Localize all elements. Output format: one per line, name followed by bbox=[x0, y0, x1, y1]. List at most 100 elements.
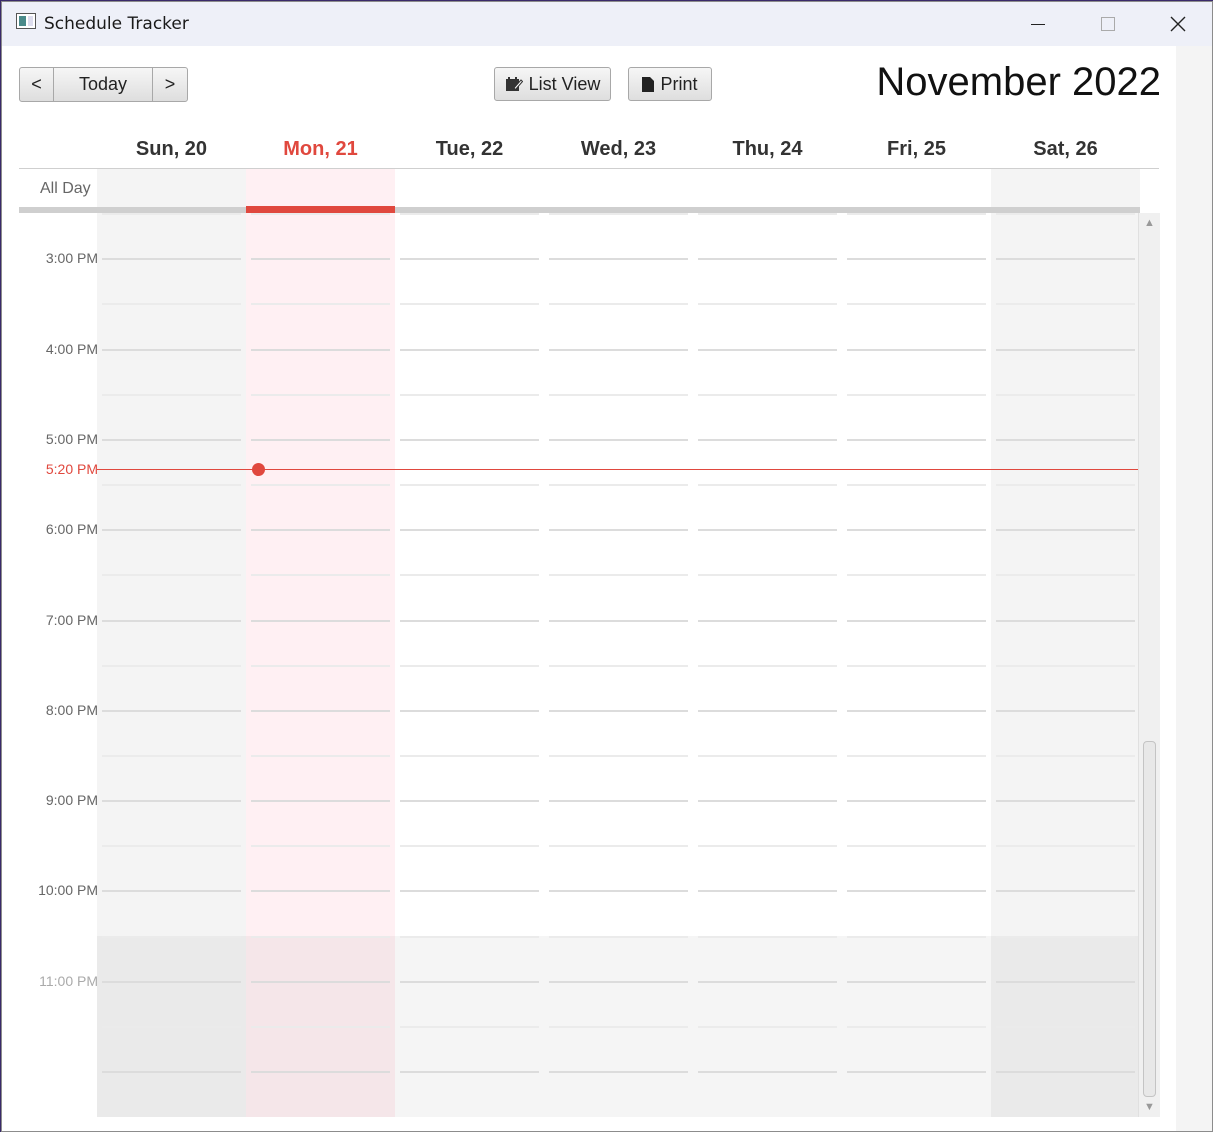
hour-line bbox=[698, 439, 837, 441]
window-title: Schedule Tracker bbox=[44, 14, 189, 34]
hour-line bbox=[549, 258, 688, 260]
hour-line bbox=[102, 439, 241, 441]
half-hour-line bbox=[996, 484, 1135, 486]
all-day-cell[interactable] bbox=[693, 169, 842, 207]
half-hour-line bbox=[102, 936, 241, 938]
half-hour-line bbox=[102, 665, 241, 667]
half-hour-line bbox=[400, 1026, 539, 1028]
day-header[interactable]: Sat, 26 bbox=[991, 138, 1140, 168]
maximize-button[interactable] bbox=[1073, 2, 1143, 46]
hour-line bbox=[400, 890, 539, 892]
hour-line bbox=[698, 258, 837, 260]
calendar-edit-icon bbox=[505, 77, 523, 91]
hour-line bbox=[102, 800, 241, 802]
half-hour-line bbox=[251, 936, 390, 938]
hour-line bbox=[251, 529, 390, 531]
day-header[interactable]: Mon, 21 bbox=[246, 138, 395, 168]
half-hour-line bbox=[549, 845, 688, 847]
app-window-icon bbox=[16, 13, 36, 29]
time-label: 8:00 PM bbox=[45, 702, 98, 718]
hour-line bbox=[400, 981, 539, 983]
day-header[interactable]: Sun, 20 bbox=[97, 138, 246, 168]
all-day-cell[interactable] bbox=[395, 169, 544, 207]
scrollbar-thumb[interactable] bbox=[1143, 741, 1156, 1097]
half-hour-line bbox=[996, 936, 1135, 938]
half-hour-line bbox=[847, 1026, 986, 1028]
hour-line bbox=[698, 349, 837, 351]
half-hour-line bbox=[996, 1026, 1135, 1028]
hour-line bbox=[698, 1071, 837, 1073]
all-day-cell[interactable] bbox=[97, 169, 246, 207]
half-hour-line bbox=[549, 936, 688, 938]
minimize-button[interactable] bbox=[1003, 2, 1073, 46]
time-grid[interactable]: 2:00 PM3:00 PM4:00 PM5:00 PM6:00 PM7:00 … bbox=[19, 213, 1138, 1117]
half-hour-line bbox=[400, 484, 539, 486]
hour-line bbox=[400, 620, 539, 622]
hour-line bbox=[698, 529, 837, 531]
hour-line bbox=[102, 710, 241, 712]
today-button[interactable]: Today bbox=[54, 68, 153, 101]
calendar-view: < Today > List View Print November 2022 … bbox=[2, 46, 1176, 1131]
vertical-scrollbar[interactable]: ▲ ▼ bbox=[1138, 213, 1160, 1117]
hour-line bbox=[847, 890, 986, 892]
hour-line bbox=[698, 620, 837, 622]
next-week-button[interactable]: > bbox=[153, 68, 187, 101]
half-hour-line bbox=[847, 845, 986, 847]
day-header[interactable]: Thu, 24 bbox=[693, 138, 842, 168]
hour-line bbox=[698, 800, 837, 802]
half-hour-line bbox=[698, 755, 837, 757]
minimize-icon bbox=[1031, 23, 1045, 25]
hour-line bbox=[251, 349, 390, 351]
hour-line bbox=[996, 349, 1135, 351]
today-indicator-bar bbox=[246, 206, 395, 213]
hour-line bbox=[698, 890, 837, 892]
half-hour-line bbox=[698, 213, 837, 215]
hour-line bbox=[996, 620, 1135, 622]
hour-line bbox=[400, 800, 539, 802]
half-hour-line bbox=[847, 574, 986, 576]
hour-line bbox=[400, 258, 539, 260]
print-button[interactable]: Print bbox=[628, 67, 712, 101]
hour-line bbox=[698, 981, 837, 983]
scroll-up-icon[interactable]: ▲ bbox=[1139, 215, 1160, 231]
close-button[interactable] bbox=[1143, 2, 1212, 46]
hour-line bbox=[549, 981, 688, 983]
half-hour-line bbox=[400, 213, 539, 215]
half-hour-line bbox=[549, 303, 688, 305]
half-hour-line bbox=[251, 213, 390, 215]
all-day-cell[interactable] bbox=[991, 169, 1140, 207]
all-day-cell[interactable] bbox=[842, 169, 991, 207]
hour-line bbox=[400, 529, 539, 531]
day-header[interactable]: Wed, 23 bbox=[544, 138, 693, 168]
day-header[interactable]: Fri, 25 bbox=[842, 138, 991, 168]
print-label: Print bbox=[660, 73, 698, 94]
scroll-down-icon[interactable]: ▼ bbox=[1139, 1099, 1160, 1115]
hour-line bbox=[996, 258, 1135, 260]
hour-line bbox=[549, 890, 688, 892]
previous-week-button[interactable]: < bbox=[20, 68, 54, 101]
half-hour-line bbox=[996, 574, 1135, 576]
hour-line bbox=[102, 349, 241, 351]
half-hour-line bbox=[698, 665, 837, 667]
half-hour-line bbox=[549, 394, 688, 396]
half-hour-line bbox=[698, 1026, 837, 1028]
hour-line bbox=[102, 258, 241, 260]
time-label: 11:00 PM bbox=[39, 973, 98, 989]
half-hour-line bbox=[698, 303, 837, 305]
all-day-cell[interactable] bbox=[246, 169, 395, 207]
half-hour-line bbox=[549, 484, 688, 486]
half-hour-line bbox=[996, 303, 1135, 305]
close-icon bbox=[1170, 16, 1186, 32]
document-icon bbox=[642, 76, 655, 92]
list-view-button[interactable]: List View bbox=[494, 67, 611, 101]
all-day-cell[interactable] bbox=[544, 169, 693, 207]
hour-line bbox=[251, 981, 390, 983]
hour-line bbox=[847, 349, 986, 351]
half-hour-line bbox=[847, 936, 986, 938]
half-hour-line bbox=[549, 1026, 688, 1028]
hour-line bbox=[549, 1071, 688, 1073]
half-hour-line bbox=[847, 213, 986, 215]
app-window: Schedule Tracker < Today > List View Pri… bbox=[1, 1, 1213, 1132]
day-header[interactable]: Tue, 22 bbox=[395, 138, 544, 168]
hour-line bbox=[251, 439, 390, 441]
